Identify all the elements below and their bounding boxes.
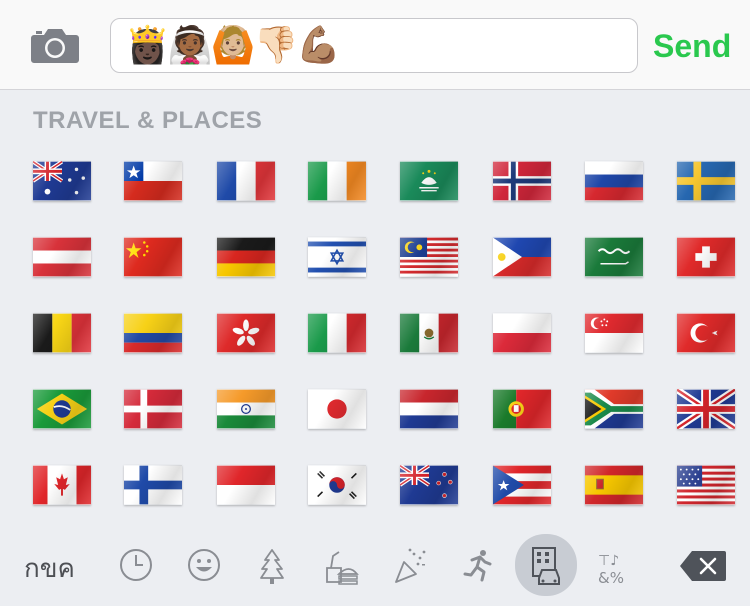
flag-india[interactable] [217,389,275,429]
flag-puerto-rico[interactable] [493,465,551,505]
flag-turkey[interactable] [677,313,735,353]
recent-icon[interactable] [114,538,158,592]
flag-italy[interactable] [308,313,366,353]
smiley-icon[interactable] [182,538,226,592]
flag-saudi-arabia[interactable] [585,237,643,277]
flag-canada[interactable] [33,465,91,505]
svg-text:&%: &% [598,569,624,587]
flag-brazil[interactable] [33,389,91,429]
flag-norway[interactable] [493,161,551,201]
flag-united-kingdom[interactable] [677,389,735,429]
flag-singapore[interactable] [585,313,643,353]
flag-germany[interactable] [217,237,275,277]
flag-united-states[interactable] [677,465,735,505]
flag-china[interactable] [124,237,182,277]
category-bar [0,528,750,606]
flag-sweden[interactable] [677,161,735,201]
flag-indonesia[interactable] [217,465,275,505]
svg-text:⊤♪: ⊤♪ [598,553,619,569]
building-car-icon[interactable] [515,534,577,596]
symbols-icon[interactable]: ⊤♪ &% [592,538,636,592]
flag-denmark[interactable] [124,389,182,429]
flag-austria[interactable] [33,237,91,277]
flag-hong-kong[interactable] [217,313,275,353]
flag-australia[interactable] [33,161,91,201]
abc-key[interactable]: กขค [24,548,75,589]
flag-japan[interactable] [308,389,366,429]
flag-chile[interactable] [124,161,182,201]
flag-poland[interactable] [493,313,551,353]
flag-russia[interactable] [585,161,643,201]
flag-grid [0,0,750,606]
flag-france[interactable] [217,161,275,201]
party-popper-icon[interactable] [388,538,432,592]
flag-colombia[interactable] [124,313,182,353]
flag-ireland[interactable] [308,161,366,201]
flag-belgium[interactable] [33,313,91,353]
flag-finland[interactable] [124,465,182,505]
food-icon[interactable] [319,538,363,592]
delete-key-icon[interactable] [680,551,726,581]
flag-macao[interactable] [400,161,458,201]
flag-malaysia[interactable] [400,237,458,277]
flag-new-zealand[interactable] [400,465,458,505]
flag-portugal[interactable] [493,389,551,429]
flag-switzerland[interactable] [677,237,735,277]
flag-south-africa[interactable] [585,389,643,429]
flag-israel[interactable] [308,237,366,277]
flag-mexico[interactable] [400,313,458,353]
runner-icon[interactable] [456,538,500,592]
flag-spain[interactable] [585,465,643,505]
flag-philippines[interactable] [493,237,551,277]
tree-icon[interactable] [250,538,294,592]
flag-netherlands[interactable] [400,389,458,429]
flag-south-korea[interactable] [308,465,366,505]
